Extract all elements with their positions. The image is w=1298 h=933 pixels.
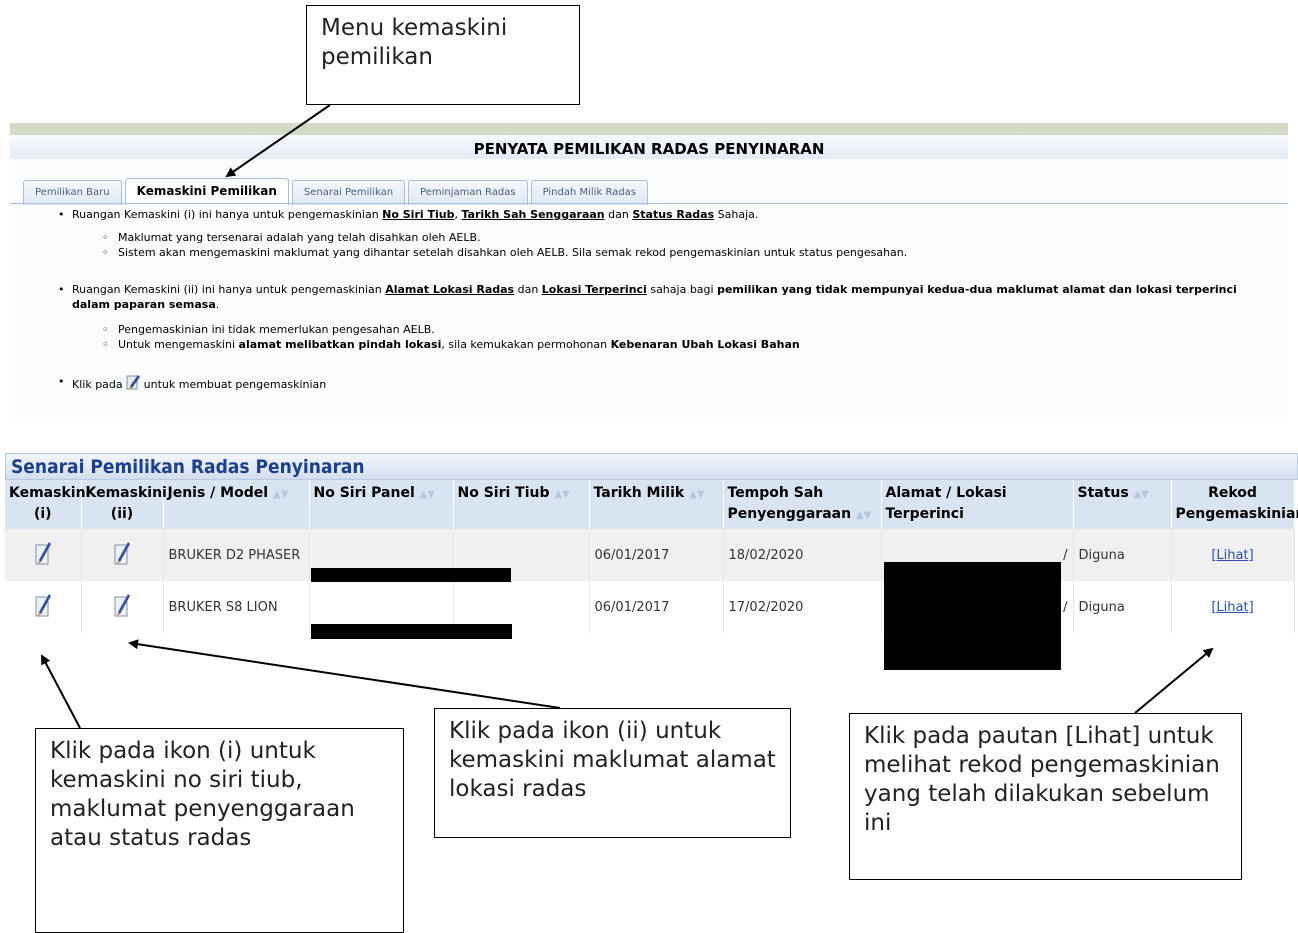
arrow-to-edit-i [41,654,81,729]
arrow-to-lihat [1134,647,1214,714]
arrow-to-edit-ii [128,639,561,709]
arrow-to-tab [225,104,331,178]
annotation-arrows [41,104,1214,729]
